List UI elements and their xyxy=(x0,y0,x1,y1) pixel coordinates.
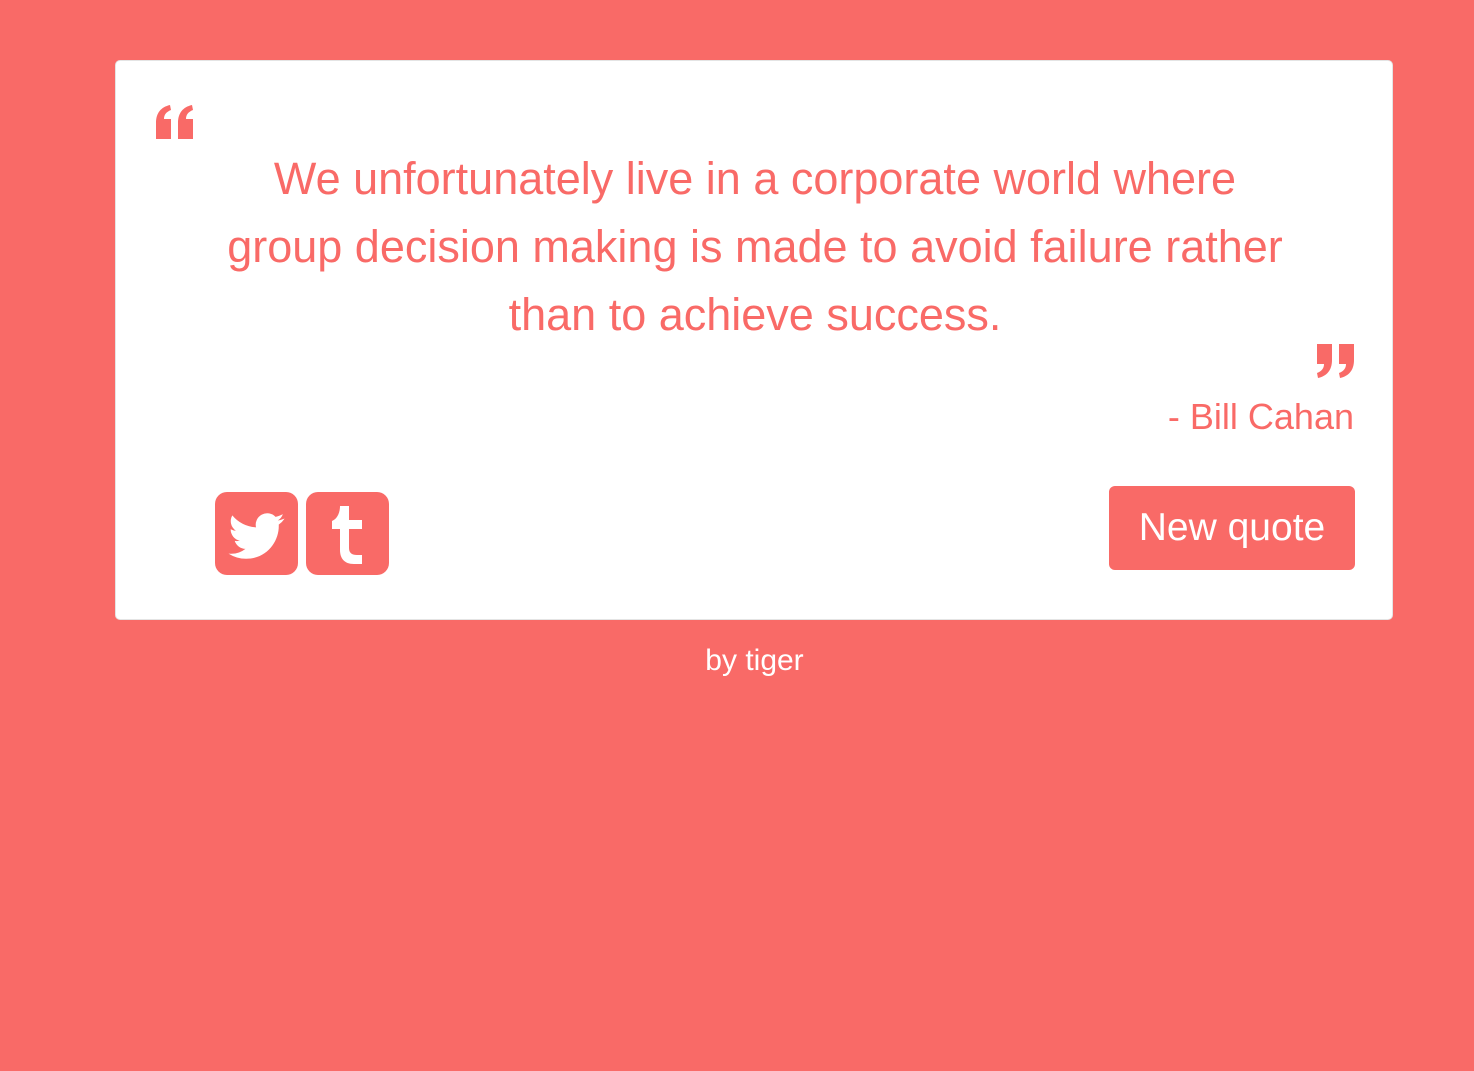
twitter-icon xyxy=(228,513,285,559)
quote-card: We unfortunately live in a corporate wor… xyxy=(115,60,1393,620)
quote-left-icon xyxy=(156,105,193,139)
new-quote-button[interactable]: New quote xyxy=(1109,486,1355,570)
tumblr-icon xyxy=(332,506,362,564)
quote-right-icon xyxy=(1317,344,1354,378)
author-credit: by tiger xyxy=(705,644,804,677)
quote-text: We unfortunately live in a corporate wor… xyxy=(227,153,1283,340)
tweet-quote-button[interactable] xyxy=(215,492,298,575)
tumblr-share-button[interactable] xyxy=(306,492,389,575)
quote-author: - Bill Cahan xyxy=(1167,396,1354,437)
